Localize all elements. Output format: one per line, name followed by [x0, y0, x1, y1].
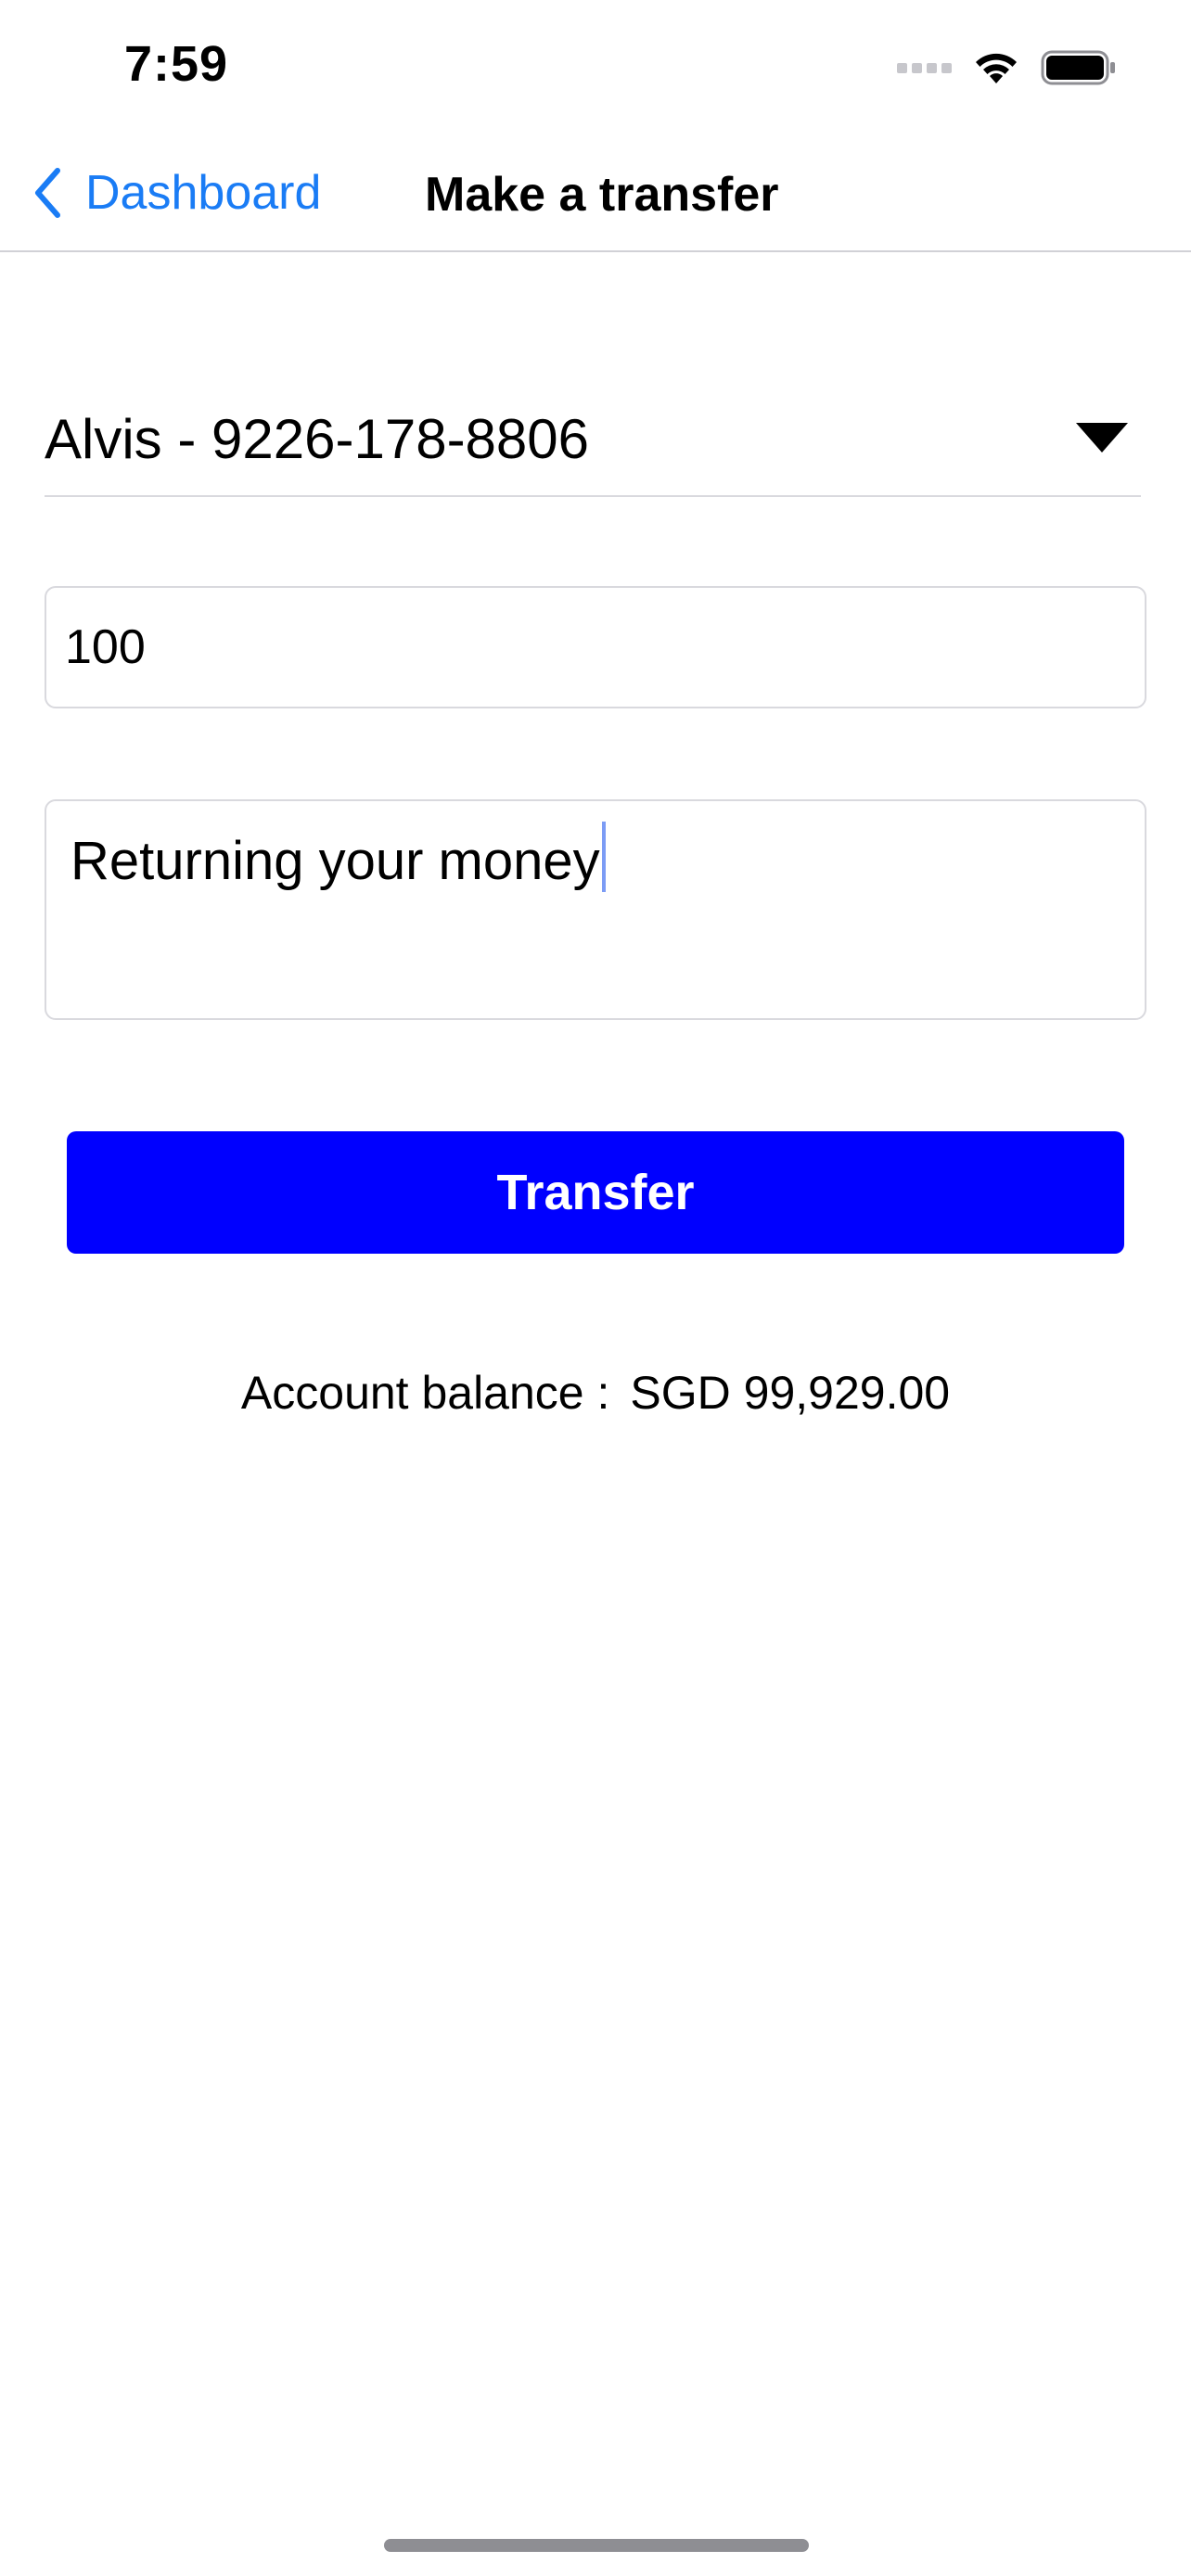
- status-icons: [897, 45, 1117, 91]
- cellular-signal-icon: [897, 62, 952, 73]
- balance-label: Account balance :: [240, 1367, 610, 1419]
- back-button-label: Dashboard: [85, 166, 322, 220]
- home-indicator[interactable]: [384, 2539, 809, 2552]
- amount-input[interactable]: [45, 586, 1146, 708]
- navigation-bar: Dashboard Make a transfer: [0, 134, 1191, 252]
- account-balance: Account balance : SGD 99,929.00: [0, 1363, 1191, 1422]
- recipient-selected-value: Alvis - 9226-178-8806: [45, 408, 590, 470]
- text-caret: [601, 822, 606, 892]
- status-time: 7:59: [124, 36, 229, 92]
- page-title: Make a transfer: [425, 168, 779, 222]
- back-button[interactable]: Dashboard: [33, 160, 321, 225]
- transfer-button[interactable]: Transfer: [67, 1131, 1124, 1254]
- recipient-dropdown[interactable]: Alvis - 9226-178-8806: [45, 389, 1141, 497]
- status-bar: 7:59: [0, 0, 1191, 134]
- chevron-left-icon: [35, 168, 60, 218]
- message-text: Returning your money: [70, 831, 600, 891]
- triangle-down-icon: [1076, 423, 1128, 453]
- message-textarea[interactable]: Returning your money: [45, 799, 1146, 1020]
- wifi-icon: [976, 53, 1017, 83]
- balance-value: SGD 99,929.00: [630, 1367, 951, 1419]
- battery-icon: [1041, 50, 1115, 85]
